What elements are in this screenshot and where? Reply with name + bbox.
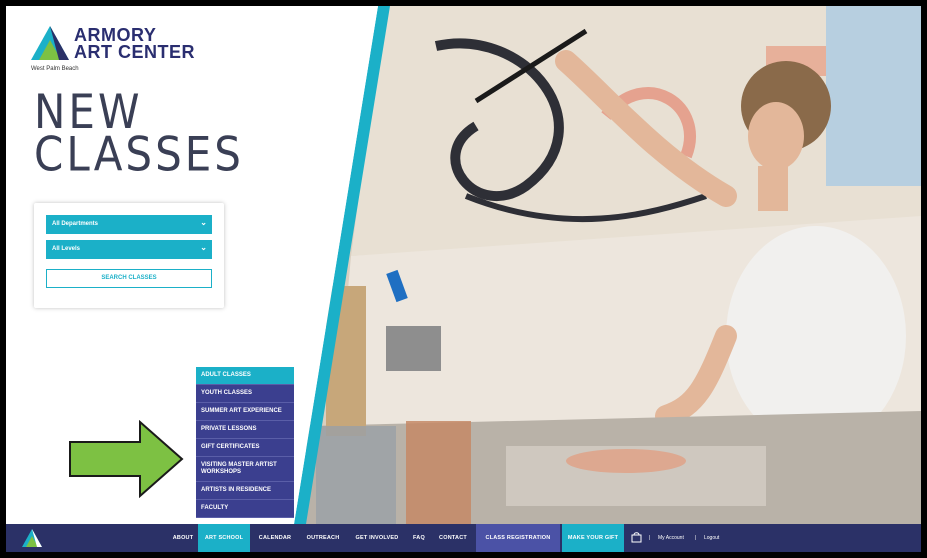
arrow-right-icon	[69, 420, 184, 498]
level-select-value: All Levels	[52, 246, 81, 252]
nav-logout[interactable]: Logout	[704, 524, 719, 552]
submenu-item-summer-art-experience[interactable]: SUMMER ART EXPERIENCE	[196, 403, 294, 421]
brand-logo[interactable]: ARMORY ART CENTER West Palm Beach	[31, 24, 201, 84]
search-classes-button[interactable]: SEARCH CLASSES	[46, 269, 212, 288]
submenu-item-gift-certificates[interactable]: GIFT CERTIFICATES	[196, 439, 294, 457]
submenu-item-artists-in-residence[interactable]: ARTISTS IN RESIDENCE	[196, 482, 294, 500]
nav-contact[interactable]: CONTACT	[432, 524, 474, 552]
chevron-down-icon: ⌄	[200, 218, 207, 227]
nav-get-involved[interactable]: GET INVOLVED	[348, 524, 406, 552]
nav-class-registration[interactable]: CLASS REGISTRATION	[476, 524, 560, 552]
logo-mark-icon	[31, 26, 69, 60]
class-search-panel: All Departments ⌄ All Levels ⌄ SEARCH CL…	[34, 203, 224, 308]
level-select[interactable]: All Levels ⌄	[46, 240, 212, 259]
main-navbar: ABOUT ART SCHOOL CALENDAR OUTREACH GET I…	[6, 524, 921, 552]
page-title: NEW CLASSES	[34, 88, 244, 182]
submenu-item-youth-classes[interactable]: YOUTH CLASSES	[196, 385, 294, 403]
nav-separator: |	[695, 535, 697, 541]
nav-make-your-gift[interactable]: MAKE YOUR GIFT	[562, 524, 624, 552]
submenu-item-visiting-master-artist-workshops[interactable]: VISITING MASTER ARTIST WORKSHOPS	[196, 457, 294, 482]
nav-art-school[interactable]: ART SCHOOL	[198, 524, 250, 552]
cart-icon[interactable]	[631, 532, 642, 543]
nav-my-account[interactable]: My Account	[658, 524, 684, 552]
brand-line-2: ART CENTER	[74, 42, 195, 62]
home-logo-icon[interactable]	[22, 529, 42, 547]
submenu-item-faculty[interactable]: FACULTY	[196, 500, 294, 518]
nav-faq[interactable]: FAQ	[408, 524, 430, 552]
submenu-item-private-lessons[interactable]: PRIVATE LESSONS	[196, 421, 294, 439]
chevron-down-icon: ⌄	[200, 243, 207, 252]
department-select-value: All Departments	[52, 221, 99, 227]
nav-calendar[interactable]: CALENDAR	[252, 524, 298, 552]
nav-about[interactable]: ABOUT	[168, 524, 198, 552]
brand-location: West Palm Beach	[31, 66, 79, 72]
nav-separator: |	[649, 535, 651, 541]
art-school-submenu: ADULT CLASSES YOUTH CLASSES SUMMER ART E…	[196, 367, 294, 518]
brand-name: ARMORY ART CENTER	[74, 26, 195, 62]
department-select[interactable]: All Departments ⌄	[46, 215, 212, 234]
title-line-2: CLASSES	[34, 126, 244, 182]
nav-outreach[interactable]: OUTREACH	[300, 524, 346, 552]
page-frame: ARMORY ART CENTER West Palm Beach NEW CL…	[6, 6, 921, 552]
submenu-item-adult-classes[interactable]: ADULT CLASSES	[196, 367, 294, 385]
